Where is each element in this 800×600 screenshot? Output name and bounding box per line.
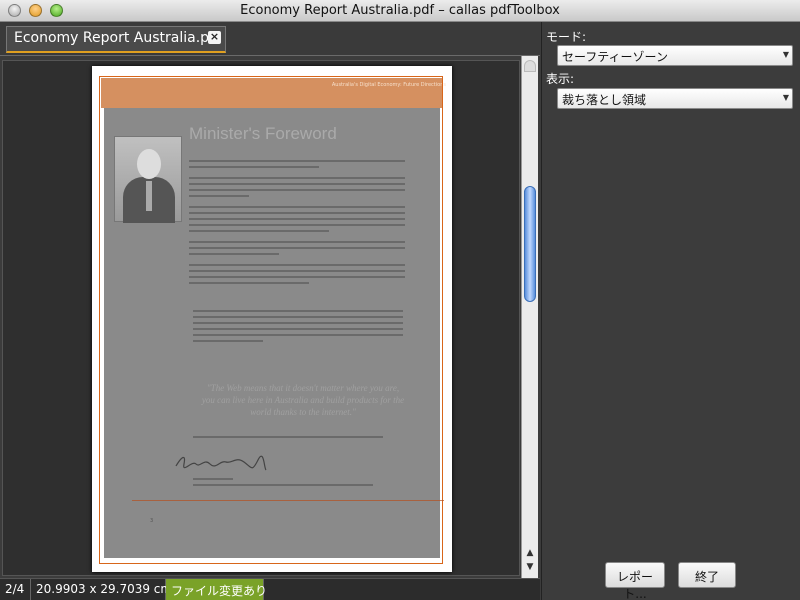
text-line (189, 230, 329, 232)
mode-select-value: セーフティーゾーン (562, 50, 668, 64)
text-line (189, 264, 405, 266)
scrollbar-thumb[interactable] (524, 186, 536, 302)
close-icon[interactable]: × (208, 31, 221, 44)
window-title: Economy Report Australia.pdf – callas pd… (240, 3, 560, 18)
text-line (189, 282, 309, 284)
display-label: 表示: (546, 72, 575, 86)
text-line (189, 253, 279, 255)
text-line (189, 206, 405, 208)
settings-panel: モード: セーフティーゾーン ▼ 表示: 裁ち落とし領域 ▼ レポート... 終… (541, 22, 800, 600)
text-line (193, 328, 403, 330)
chevron-down-icon: ▼ (782, 93, 789, 102)
document-scrollbar[interactable]: ▲ ▼ (521, 56, 538, 578)
pdf-page[interactable]: Australia's Digital Economy: Future Dire… (92, 66, 452, 572)
text-line (189, 276, 405, 278)
text-line (189, 241, 405, 243)
page-number: 3 (150, 518, 154, 524)
text-line (189, 224, 405, 226)
display-select[interactable]: 裁ち落とし領域 ▼ (557, 88, 793, 109)
scroll-down-icon[interactable]: ▼ (522, 560, 538, 574)
text-line (189, 270, 405, 272)
modified-badge: ファイル変更あり (166, 579, 267, 600)
text-line (193, 322, 403, 324)
pull-quote: "The Web means that it doesn't matter wh… (201, 383, 405, 417)
text-line (193, 316, 403, 318)
divider-line (132, 500, 444, 501)
page-size-readout: 20.9903 x 29.7039 cm (31, 579, 172, 600)
document-tab[interactable]: Economy Report Australia.pd (6, 26, 226, 53)
text-line (193, 334, 403, 336)
text-line (193, 478, 233, 480)
text-line (189, 195, 249, 197)
minister-photo (114, 136, 182, 223)
text-line (189, 177, 405, 179)
tab-strip: Economy Report Australia.pd × (0, 22, 540, 56)
text-line (193, 484, 373, 486)
document-tab-label: Economy Report Australia.pd (14, 30, 218, 46)
text-line (193, 436, 383, 438)
text-line (189, 212, 405, 214)
text-line (193, 310, 403, 312)
scrollbar-top-cap (524, 60, 536, 72)
title-bar: Economy Report Australia.pdf – callas pd… (0, 0, 800, 22)
text-line (193, 340, 263, 342)
text-line (189, 218, 405, 220)
status-bar: 2/4 20.9903 x 29.7039 cm ファイル変更あり (0, 578, 540, 600)
close-button[interactable]: 終了 (678, 562, 736, 588)
chevron-down-icon: ▼ (782, 50, 789, 59)
signature (175, 455, 267, 471)
text-line (189, 183, 405, 185)
display-select-value: 裁ち落とし領域 (562, 93, 647, 107)
text-line (189, 166, 319, 168)
mode-label: モード: (546, 30, 587, 44)
text-line (189, 189, 405, 191)
page-title: Minister's Foreword (189, 124, 337, 143)
text-line (189, 160, 405, 162)
report-button[interactable]: レポート... (605, 562, 665, 600)
mode-select[interactable]: セーフティーゾーン ▼ (557, 45, 793, 66)
text-line (189, 247, 405, 249)
page-indicator: 2/4 (0, 579, 31, 600)
scroll-up-icon[interactable]: ▲ (522, 546, 538, 560)
